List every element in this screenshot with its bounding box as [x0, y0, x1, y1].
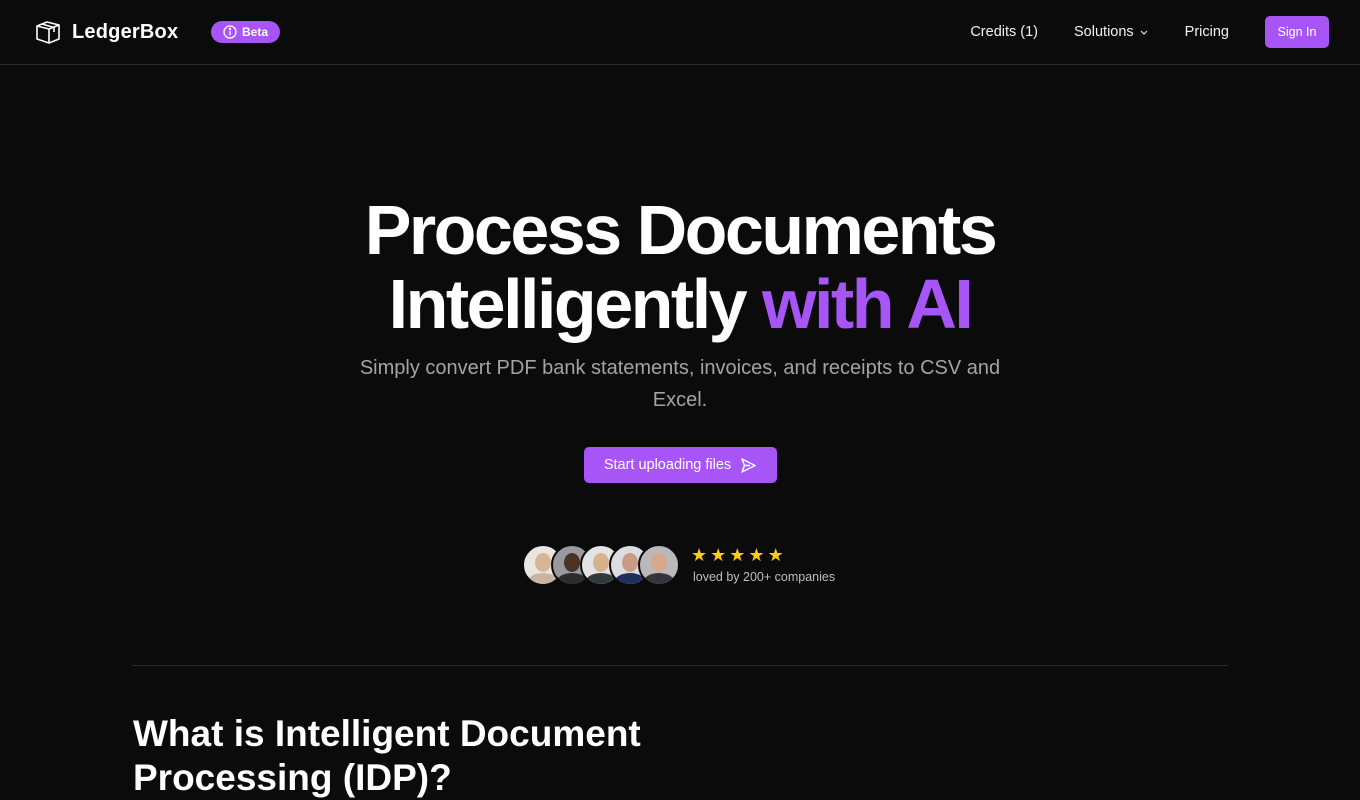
chevron-down-icon [1140, 30, 1148, 35]
send-icon [741, 457, 756, 473]
cta-label: Start uploading files [603, 457, 732, 473]
avatar [638, 544, 680, 586]
nav-links: Credits (1) Solutions Pricing Sign In [970, 16, 1329, 48]
nav-credits[interactable]: Credits (1) [970, 24, 1038, 40]
nav-solutions-label: Solutions [1074, 24, 1134, 40]
section-divider [132, 665, 1228, 666]
star-icon: ★ [748, 545, 765, 565]
beta-label: Beta [241, 25, 268, 39]
hero-title-accent: with AI [762, 265, 974, 343]
top-navbar: LedgerBox Beta Credits (1) Solutions Pri… [0, 0, 1360, 65]
beta-badge: Beta [211, 21, 280, 43]
nav-pricing-label: Pricing [1184, 24, 1229, 40]
start-uploading-button[interactable]: Start uploading files [584, 447, 777, 483]
hero-title: Process Documents Intelligently with AI [0, 193, 1360, 341]
nav-credits-label: Credits (1) [970, 24, 1039, 40]
nav-solutions[interactable]: Solutions [1074, 24, 1149, 40]
nav-pricing[interactable]: Pricing [1185, 24, 1229, 40]
star-icon: ★ [710, 545, 727, 565]
star-icon: ★ [767, 545, 784, 565]
star-icon: ★ [691, 545, 708, 565]
hero-title-line1: Process Documents [364, 191, 998, 269]
hero-title-line2: Intelligently [388, 265, 748, 343]
customer-avatars [522, 544, 680, 586]
star-rating: ★ ★ ★ ★ ★ [691, 546, 835, 564]
star-icon: ★ [729, 545, 746, 565]
rating: ★ ★ ★ ★ ★ loved by 200+ companies [691, 546, 835, 584]
box-icon [36, 21, 60, 44]
social-proof: ★ ★ ★ ★ ★ loved by 200+ companies [522, 544, 835, 586]
social-proof-caption: loved by 200+ companies [693, 570, 836, 584]
section-title: What is Intelligent Document Processing … [133, 713, 641, 798]
brand-logo[interactable]: LedgerBox [34, 18, 178, 46]
sign-in-button[interactable]: Sign In [1265, 16, 1329, 48]
brand-name: LedgerBox [72, 20, 179, 43]
info-icon [223, 25, 237, 39]
hero-subtitle: Simply convert PDF bank statements, invo… [359, 357, 1001, 411]
